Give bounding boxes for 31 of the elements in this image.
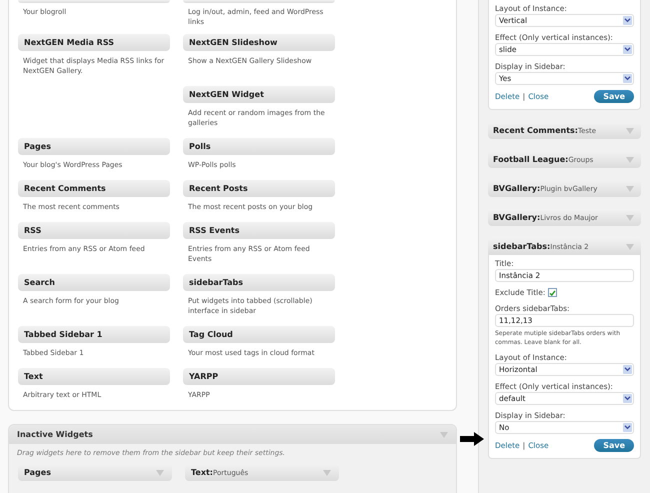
widget-header[interactable]: RSS	[18, 222, 170, 239]
widget-header[interactable]: NextGEN Widget	[183, 86, 335, 103]
chevron-icon[interactable]	[623, 74, 632, 83]
widget-header[interactable]: Pages	[18, 138, 170, 155]
chevron-icon[interactable]	[623, 394, 632, 403]
widget-header[interactable]: NextGEN Media RSS	[18, 34, 170, 51]
save-button[interactable]: Save	[594, 90, 634, 103]
widget-header[interactable]: Recent Posts	[183, 180, 335, 197]
caret-icon[interactable]	[626, 186, 634, 192]
chevron-icon[interactable]	[623, 16, 632, 25]
panel-title: Inactive Widgets	[17, 430, 93, 439]
widget-header[interactable]: YARPP	[183, 368, 335, 385]
checkbox[interactable]	[548, 288, 558, 297]
chevron-icon[interactable]	[623, 45, 632, 54]
caret-icon[interactable]	[626, 214, 634, 220]
widget-header[interactable]: Tabbed Sidebar 1	[18, 326, 170, 343]
widget-header[interactable]: Recent Comments	[18, 180, 170, 197]
widget-header[interactable]: sidebarTabs	[183, 274, 335, 291]
widget-header[interactable]: Search	[18, 274, 170, 291]
chevron-icon[interactable]	[623, 423, 632, 432]
caret-icon[interactable]	[626, 128, 634, 134]
widget-header[interactable]: Tag Cloud	[183, 326, 335, 343]
widget-header[interactable]: Text	[18, 368, 170, 385]
caret-icon[interactable]	[626, 156, 634, 162]
widget-header[interactable]: NextGEN Slideshow	[183, 34, 335, 51]
widget-header[interactable]: RSS Events	[183, 222, 335, 239]
save-button[interactable]: Save	[594, 439, 634, 452]
arrow-icon	[460, 432, 484, 446]
chevron-icon[interactable]	[623, 365, 632, 374]
widget-header[interactable]: Polls	[183, 138, 335, 155]
caret-icon[interactable]	[626, 244, 634, 250]
